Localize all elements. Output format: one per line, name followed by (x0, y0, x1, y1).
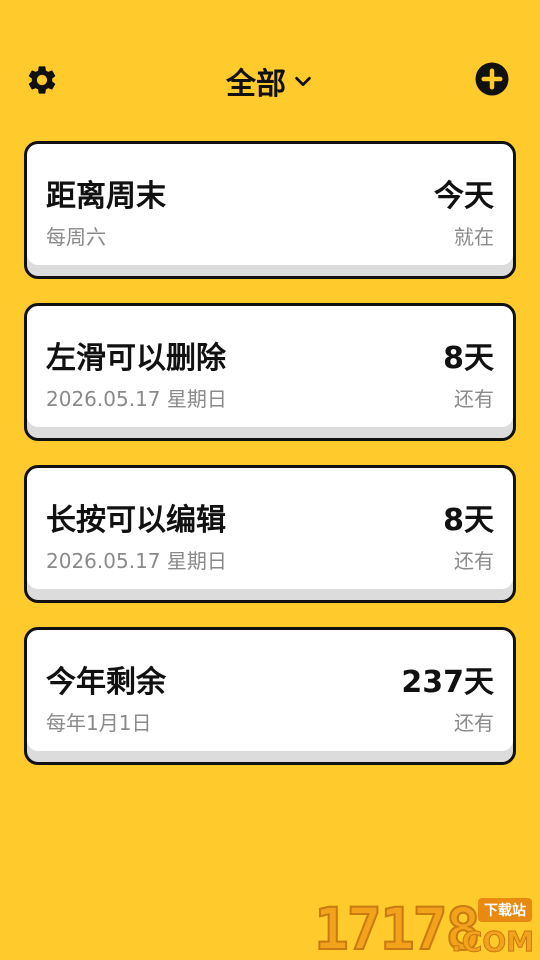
event-days: 今天 (434, 179, 494, 214)
event-days: 8天 (443, 341, 494, 376)
event-days: 237天 (401, 665, 494, 700)
event-note: 还有 (454, 387, 494, 411)
plus-circle-icon (475, 62, 509, 96)
event-card[interactable]: 长按可以编辑 2026.05.17 星期日 8天 还有 (24, 465, 516, 603)
watermark-badge: 下载站 (478, 898, 532, 922)
chevron-down-icon (295, 76, 311, 87)
category-dropdown[interactable]: 全部 (0, 60, 540, 102)
event-date: 每周六 (46, 225, 106, 249)
page-title: 全部 (226, 67, 286, 102)
add-event-button[interactable] (474, 61, 510, 97)
event-days: 8天 (443, 503, 494, 538)
event-date: 2026.05.17 星期日 (46, 549, 227, 573)
event-name: 左滑可以删除 (46, 341, 226, 376)
event-note: 还有 (454, 549, 494, 573)
event-card[interactable]: 今年剩余 每年1月1日 237天 还有 (24, 627, 516, 765)
watermark-logo: 17178 .COM 下载站 (310, 897, 540, 960)
event-name: 长按可以编辑 (46, 503, 226, 538)
event-card[interactable]: 左滑可以删除 2026.05.17 星期日 8天 还有 (24, 303, 516, 441)
watermark-com: .COM (451, 925, 535, 959)
event-list: 距离周末 每周六 今天 就在 左滑可以删除 2026.05.17 星期日 8天 … (24, 141, 516, 789)
event-name: 今年剩余 (46, 665, 166, 700)
event-date: 每年1月1日 (46, 711, 152, 735)
top-bar: 全部 (0, 0, 540, 160)
event-note: 就在 (454, 225, 494, 249)
event-card[interactable]: 距离周末 每周六 今天 就在 (24, 141, 516, 279)
event-date: 2026.05.17 星期日 (46, 387, 227, 411)
event-name: 距离周末 (46, 179, 166, 214)
event-note: 还有 (454, 711, 494, 735)
